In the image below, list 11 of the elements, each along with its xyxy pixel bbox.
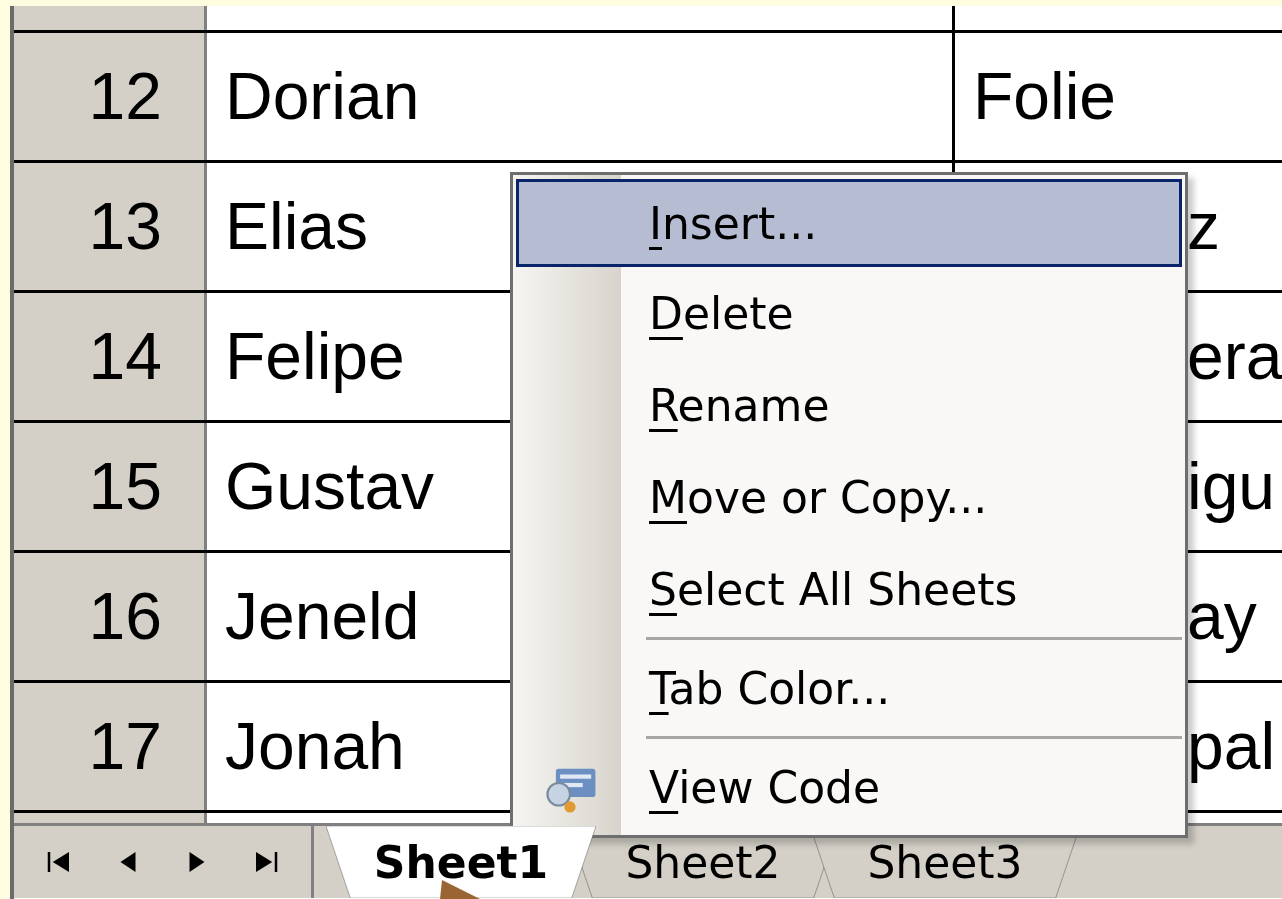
row-header[interactable]: 12	[14, 33, 207, 160]
sheet-tab[interactable]: Sheet1	[326, 826, 596, 898]
row-header[interactable]: 14	[14, 293, 207, 420]
row-header[interactable]: 15	[14, 423, 207, 550]
menu-item[interactable]: Insert...	[516, 179, 1182, 267]
row-header[interactable]: 16	[14, 553, 207, 680]
table-cell: Folie	[955, 33, 1282, 160]
pointer-icon	[440, 880, 480, 899]
row-header[interactable]: 17	[14, 683, 207, 810]
table-cell: Dorian	[207, 33, 955, 160]
row-header[interactable]: 13	[14, 163, 207, 290]
